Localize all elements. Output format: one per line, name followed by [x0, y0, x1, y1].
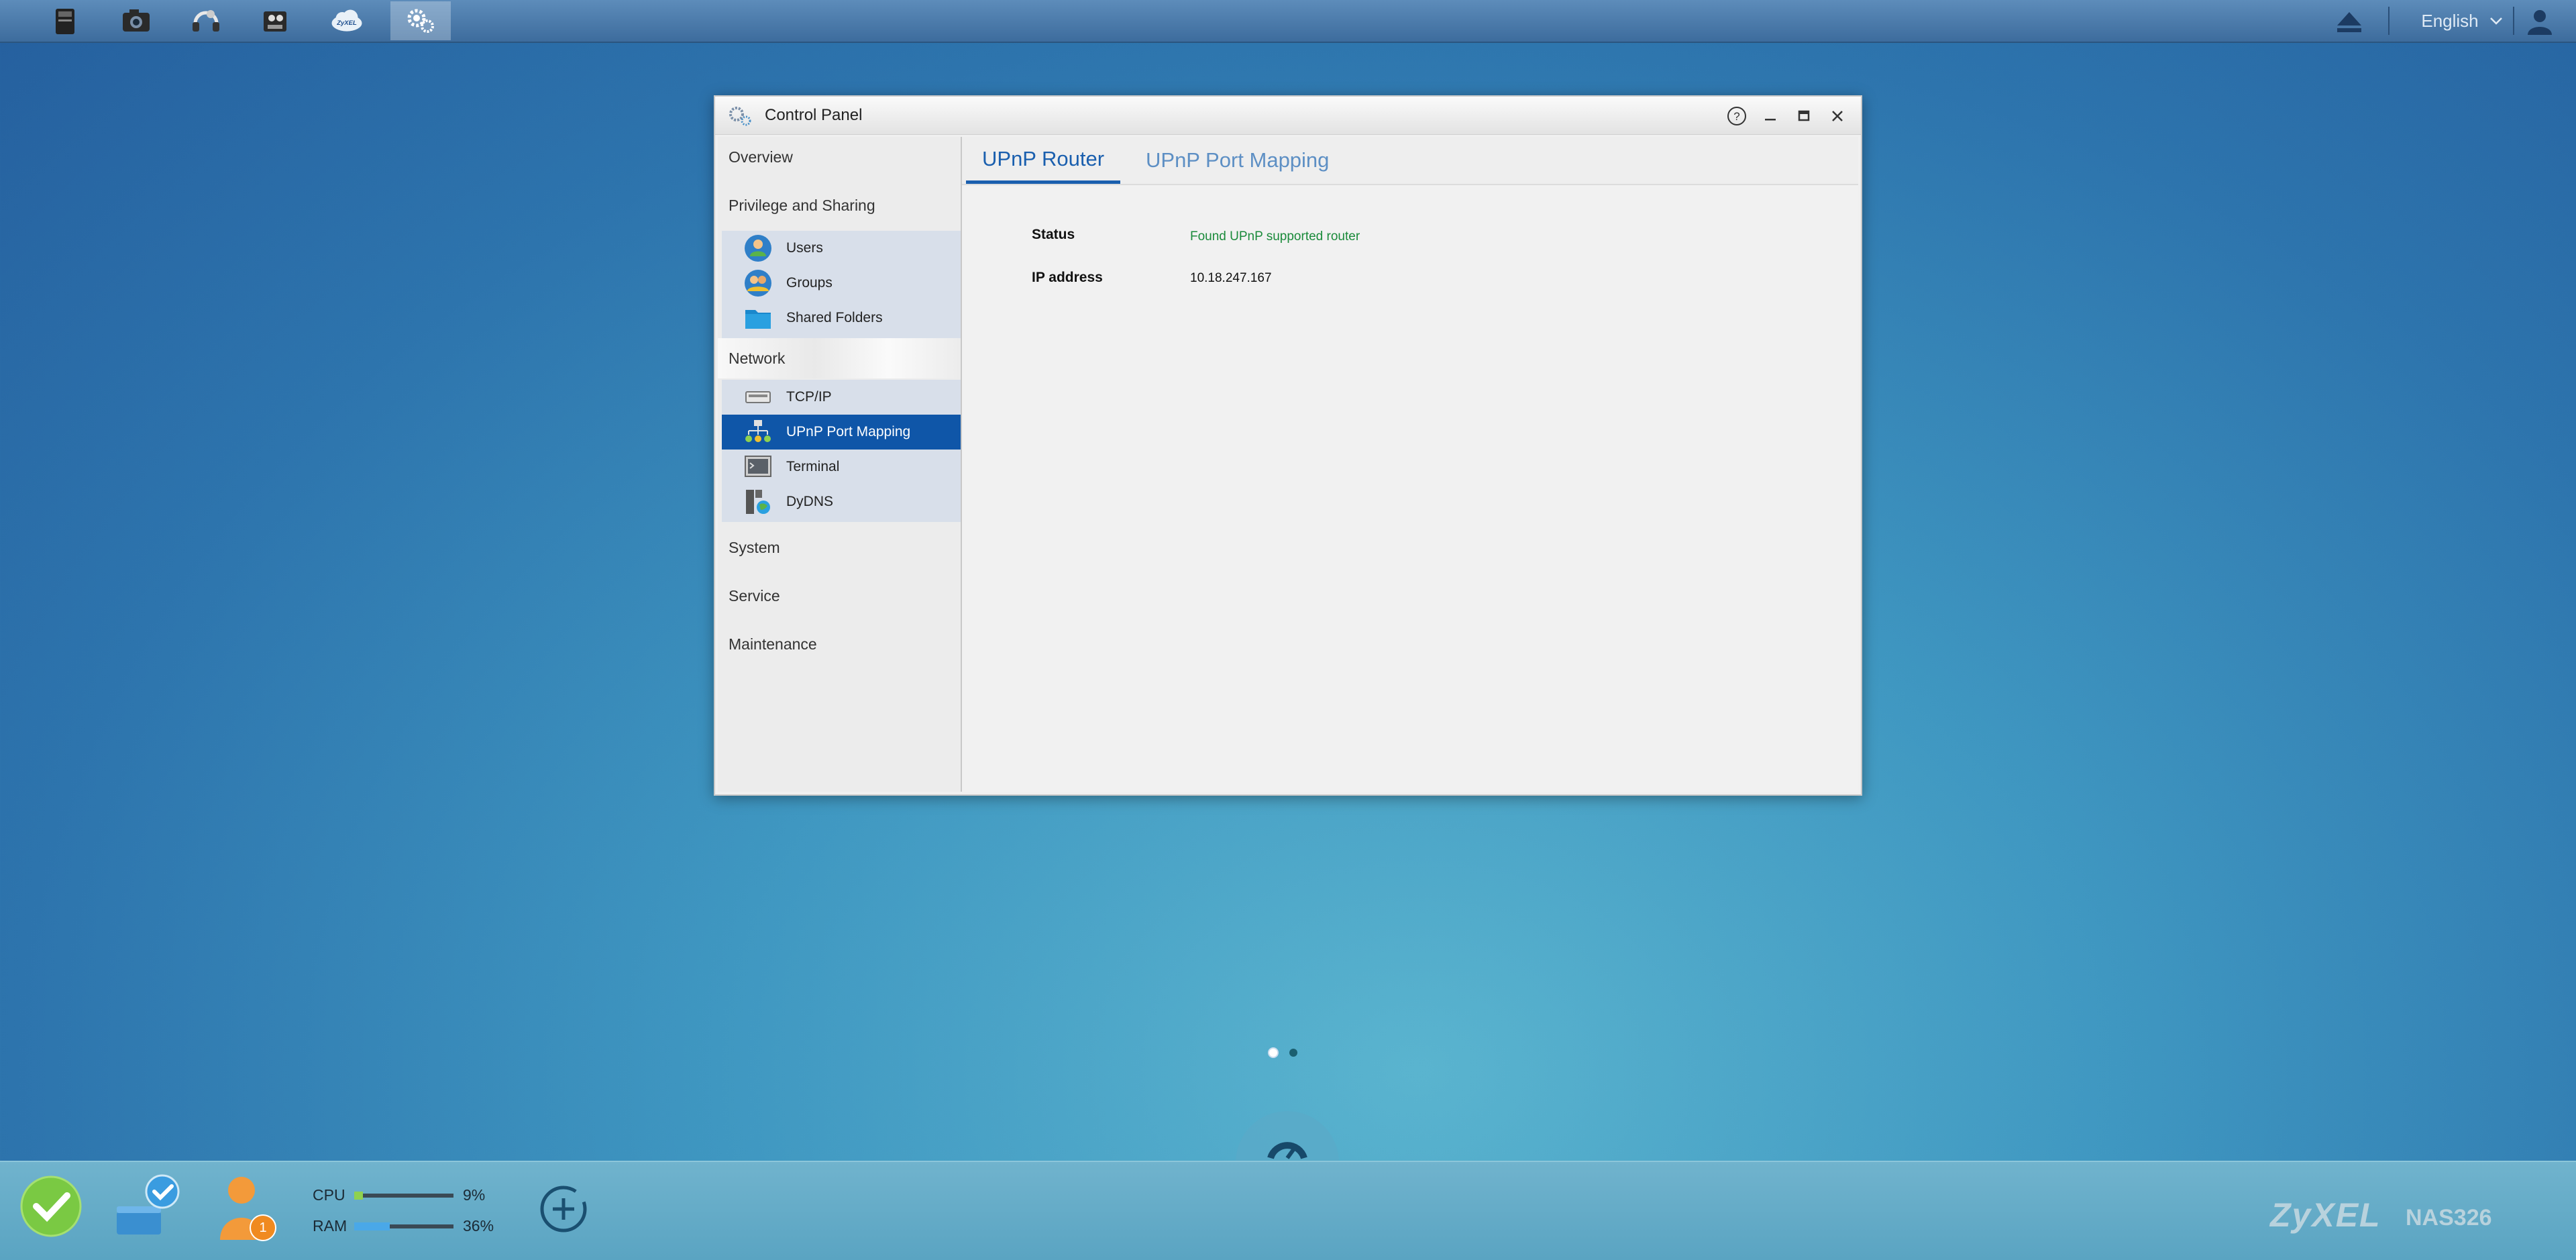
control-panel-gear-icon [729, 107, 751, 126]
storage-check-icon[interactable] [113, 1173, 182, 1240]
topbar-divider [2388, 7, 2390, 35]
groups-icon [743, 268, 773, 298]
sidebar-item-terminal[interactable]: Terminal [722, 450, 961, 484]
tab-upnp-router[interactable]: UPnP Router [966, 137, 1121, 184]
minimize-button[interactable] [1759, 105, 1782, 127]
svg-text:?: ? [1733, 110, 1739, 123]
eject-icon[interactable] [2334, 8, 2364, 35]
sidebar-item-users[interactable]: Users [722, 231, 961, 266]
status-value: Found UPnP supported router [1190, 229, 1360, 244]
tab-bar: UPnP Router UPnP Port Mapping [962, 137, 1858, 185]
sidebar-item-dydns[interactable]: DyDNS [722, 484, 961, 519]
tab-upnp-port-mapping[interactable]: UPnP Port Mapping [1130, 137, 1345, 184]
sidebar-item-label: DyDNS [786, 494, 834, 509]
sidebar-item-label: Shared Folders [786, 310, 883, 325]
ram-label: RAM [313, 1217, 347, 1235]
add-widget-icon[interactable] [537, 1182, 590, 1236]
bottom-status-bar [0, 1161, 2576, 1260]
upnp-network-icon [743, 417, 773, 447]
sidebar-item-upnp-port-mapping[interactable]: UPnP Port Mapping [722, 415, 961, 450]
sidebar-category-system[interactable]: System [718, 527, 961, 568]
svg-text:ZyXEL: ZyXEL [336, 19, 357, 27]
minimize-icon [1765, 119, 1776, 121]
system-ok-check-icon[interactable] [19, 1174, 83, 1239]
zyxel-cloud-app-button[interactable]: ZyXEL [317, 1, 377, 40]
top-taskbar: ZyXEL English [0, 0, 2576, 43]
language-label: English [2421, 10, 2479, 31]
music-app-button[interactable] [176, 1, 236, 40]
help-button[interactable]: ? [1725, 105, 1748, 127]
sidebar-item-label: UPnP Port Mapping [786, 424, 911, 439]
sidebar-item-label: TCP/IP [786, 389, 832, 405]
close-button[interactable] [1826, 105, 1849, 127]
users-icon [743, 233, 773, 263]
cpu-meter-fill [354, 1192, 364, 1200]
brand-logo: ZyXEL [2270, 1196, 2381, 1234]
terminal-icon [743, 452, 773, 482]
main-content: UPnP Router UPnP Port Mapping Status Fou… [962, 137, 1858, 792]
close-icon [1832, 111, 1843, 121]
control-panel-gear-icon [407, 9, 434, 33]
file-browser-app-button[interactable] [35, 1, 95, 40]
cpu-value: 9% [463, 1186, 486, 1204]
page-dot-2[interactable] [1289, 1049, 1297, 1057]
network-card-icon [743, 382, 773, 412]
music-icon [193, 10, 219, 32]
sidebar-item-groups[interactable]: Groups [722, 266, 961, 301]
zyxel-cloud-icon: ZyXEL [331, 9, 362, 32]
privilege-subitems: Users Groups Shared Folders [722, 231, 961, 338]
help-icon: ? [1727, 107, 1746, 125]
dydns-globe-icon [743, 487, 773, 517]
sidebar-item-shared-folders[interactable]: Shared Folders [722, 301, 961, 335]
maximize-icon [1798, 110, 1810, 121]
ip-address-label: IP address [1032, 270, 1103, 285]
sidebar-item-label: Groups [786, 275, 833, 291]
shared-folder-icon [743, 303, 773, 333]
ram-value: 36% [463, 1217, 494, 1235]
user-count-badge: 1 [250, 1214, 276, 1241]
ip-address-value: 10.18.247.167 [1190, 271, 1272, 285]
language-selector[interactable]: English [2415, 0, 2509, 42]
chevron-down-icon [2489, 17, 2502, 25]
cpu-label: CPU [313, 1186, 345, 1204]
device-model: NAS326 [2406, 1205, 2492, 1230]
ram-meter [354, 1222, 453, 1230]
speedometer-icon [1267, 1142, 1307, 1159]
sidebar-category-privilege-and-sharing[interactable]: Privilege and Sharing [718, 185, 961, 225]
sidebar-category-network[interactable]: Network [718, 338, 961, 378]
sidebar-item-label: Users [786, 240, 823, 256]
control-panel-app-button[interactable] [390, 1, 451, 40]
control-panel-sidebar: Overview Privilege and Sharing Users Gro… [718, 137, 962, 792]
topbar-divider [2513, 7, 2514, 35]
file-browser-icon [56, 9, 74, 34]
sidebar-category-overview[interactable]: Overview [718, 137, 961, 177]
video-icon [264, 11, 286, 32]
sidebar-category-service[interactable]: Service [718, 576, 961, 616]
video-app-button[interactable] [246, 1, 306, 40]
maximize-button[interactable] [1792, 105, 1815, 127]
photo-icon [123, 9, 150, 32]
control-panel-window: Control Panel ? Overview Privilege and S… [714, 95, 1862, 796]
ram-meter-fill [354, 1222, 390, 1230]
status-label: Status [1032, 227, 1075, 242]
user-account-icon[interactable] [2525, 7, 2555, 36]
window-title: Control Panel [765, 106, 863, 124]
sidebar-category-maintenance[interactable]: Maintenance [718, 624, 961, 664]
window-titlebar[interactable]: Control Panel ? [715, 97, 1861, 135]
sidebar-item-tcp-ip[interactable]: TCP/IP [722, 380, 961, 415]
network-subitems: TCP/IP UPnP Port Mapping Terminal DyDNS [722, 380, 961, 522]
photo-app-button[interactable] [106, 1, 166, 40]
cpu-meter [354, 1192, 453, 1200]
sidebar-item-label: Terminal [786, 459, 840, 474]
page-dot-1[interactable] [1269, 1049, 1277, 1057]
